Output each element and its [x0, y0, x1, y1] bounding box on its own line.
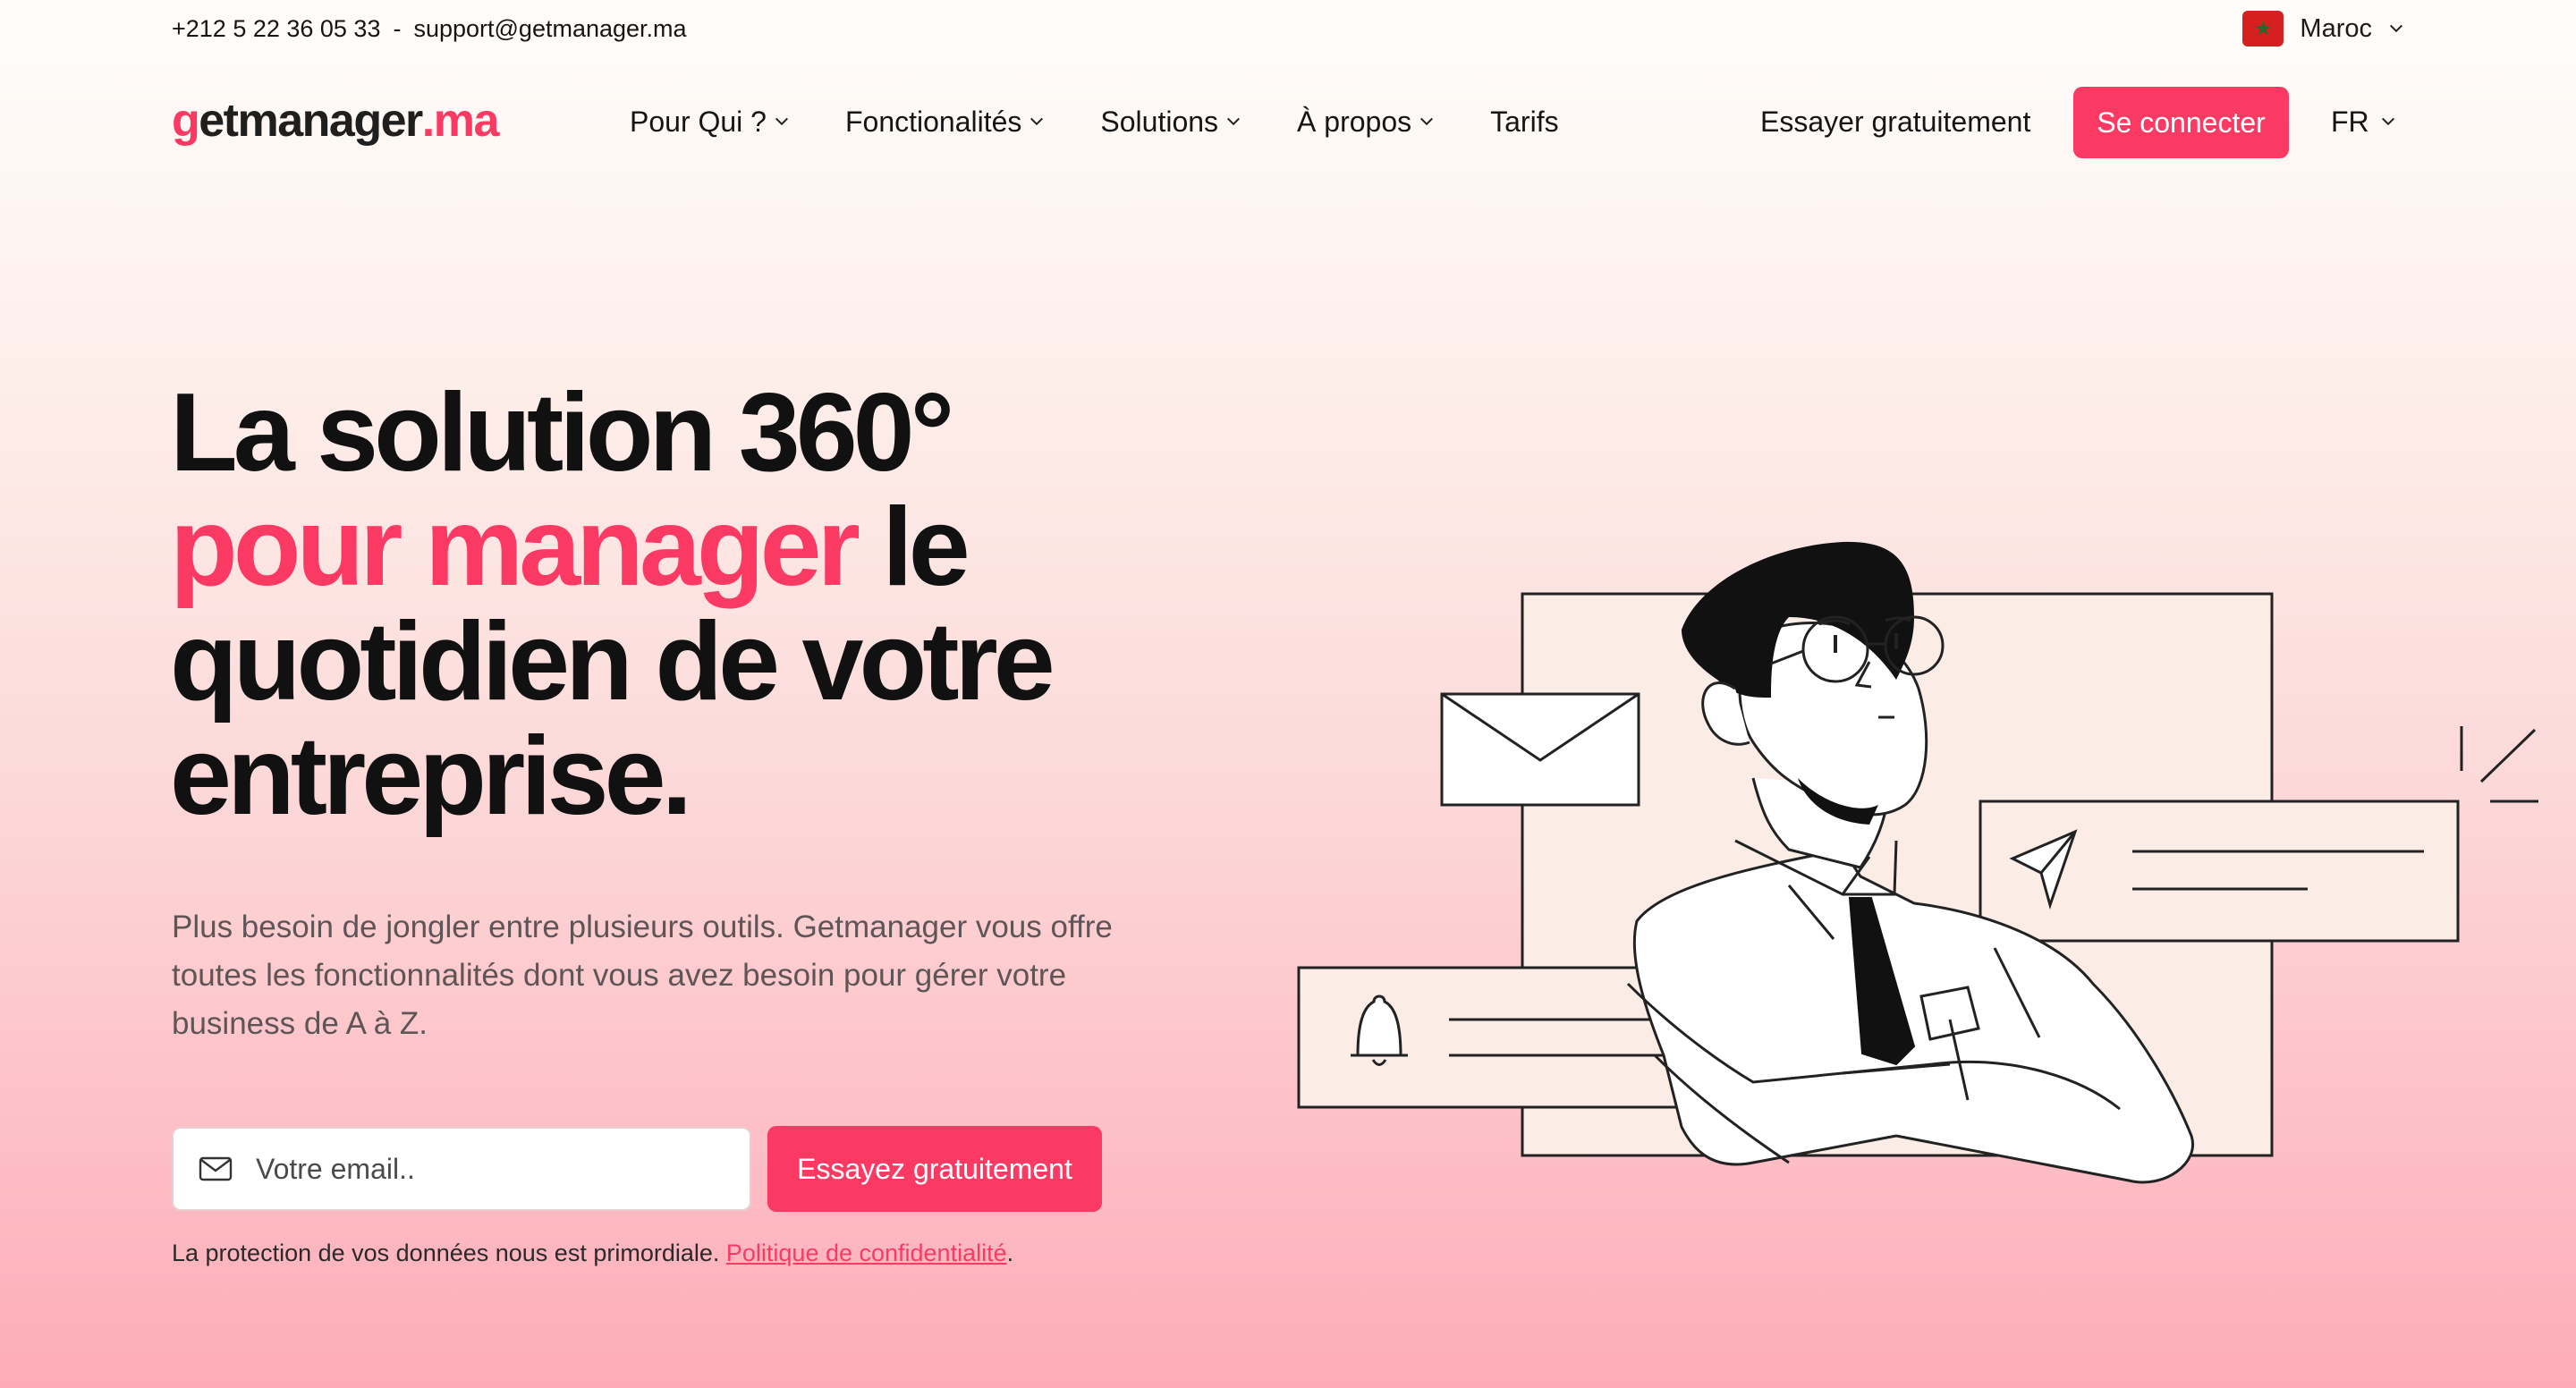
chevron-down-icon — [1420, 117, 1434, 126]
logo-g: g — [172, 95, 200, 147]
privacy-policy-link[interactable]: Politique de confidentialité — [726, 1240, 1007, 1266]
getmanager-logo[interactable]: g etmanager .ma — [172, 89, 500, 152]
privacy-note: La protection de vos données nous est pr… — [172, 1240, 1013, 1272]
chevron-down-icon — [1030, 117, 1044, 126]
chevron-down-icon — [775, 117, 788, 126]
nav-solutions[interactable]: Solutions — [1100, 106, 1241, 139]
nav-solutions-label: Solutions — [1100, 105, 1219, 138]
try-free-link[interactable]: Essayer gratuitement — [1760, 97, 2030, 147]
mail-icon — [199, 1156, 233, 1181]
chevron-down-icon — [2381, 117, 2394, 126]
try-free-button[interactable]: Essayez gratuitement — [767, 1126, 1102, 1212]
nav-fonctionalites[interactable]: Fonctionalités — [845, 106, 1045, 139]
nav-pour-qui-label: Pour Qui ? — [630, 105, 767, 138]
logo-wordmark: etmanager — [199, 95, 423, 147]
privacy-end: . — [1006, 1240, 1014, 1266]
language-selector[interactable]: FR — [2331, 97, 2396, 147]
chevron-down-icon — [2389, 24, 2403, 33]
nav-a-propos[interactable]: À propos — [1297, 106, 1435, 139]
nav-tarifs[interactable]: Tarifs — [1490, 106, 1558, 139]
hero-title: La solution 360° pour manager le quotidi… — [170, 376, 1199, 834]
logo-tld: .ma — [421, 95, 500, 147]
phone-number[interactable]: +212 5 22 36 05 33 — [172, 15, 380, 43]
main-menu: Pour Qui ? Fonctionalités Solutions À pr… — [630, 97, 1559, 147]
privacy-text: La protection de vos données nous est pr… — [172, 1240, 726, 1266]
email-input[interactable] — [254, 1151, 723, 1187]
login-button[interactable]: Se connecter — [2073, 87, 2289, 158]
contact-bar: +212 5 22 36 05 33 - support@getmanager.… — [172, 11, 687, 47]
contact-separator: - — [393, 14, 402, 42]
country-selector[interactable]: ★ Maroc — [2242, 9, 2404, 48]
hero-title-line1: La solution 360° — [170, 371, 954, 495]
support-email[interactable]: support@getmanager.ma — [413, 15, 686, 43]
hero-subtitle: Plus besoin de jongler entre plusieurs o… — [172, 910, 1113, 1041]
nav-tarifs-label: Tarifs — [1490, 105, 1559, 138]
country-label: Maroc — [2300, 13, 2372, 43]
hero-illustration — [1297, 541, 2538, 1184]
nav-a-propos-label: À propos — [1297, 105, 1412, 138]
chevron-down-icon — [1227, 117, 1241, 126]
nav-fonctionalites-label: Fonctionalités — [844, 105, 1022, 138]
envelope-icon — [1440, 692, 1640, 807]
hero-title-accent: pour manager — [170, 486, 860, 609]
nav-pour-qui[interactable]: Pour Qui ? — [630, 106, 790, 139]
morocco-flag-icon: ★ — [2242, 11, 2284, 47]
email-field-wrapper[interactable] — [172, 1127, 751, 1211]
language-label: FR — [2331, 105, 2369, 138]
